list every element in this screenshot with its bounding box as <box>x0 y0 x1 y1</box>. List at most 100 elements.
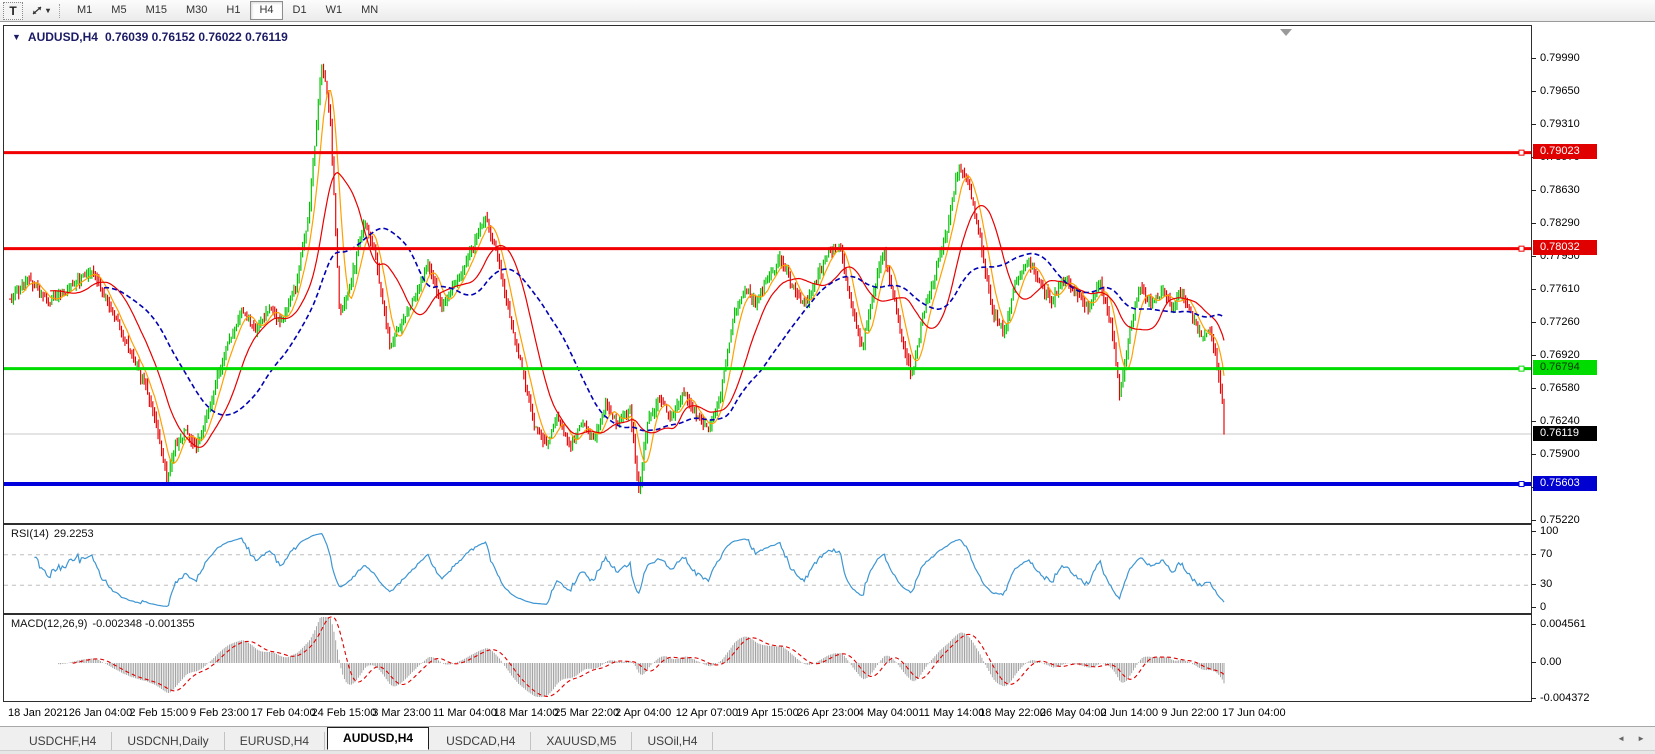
macd-axis-label: -0.004372 <box>1540 691 1590 705</box>
line-studies-button[interactable]: ▾ <box>27 2 54 20</box>
axis-tick <box>1531 256 1536 257</box>
time-axis-label: 26 Jan 04:00 <box>69 707 133 719</box>
price-axis-label: 0.75900 <box>1540 447 1580 461</box>
price-tag: 0.79023 <box>1533 144 1597 159</box>
time-axis-label: 9 Jun 22:00 <box>1161 707 1219 719</box>
axis-tick <box>1531 607 1536 608</box>
axis-tick <box>1531 355 1536 356</box>
rsi-axis-label: 0 <box>1540 600 1546 614</box>
timeframe-button-w1[interactable]: W1 <box>317 1 352 20</box>
rsi-axis-label: 70 <box>1540 547 1552 561</box>
timeframe-button-m1[interactable]: M1 <box>68 1 101 20</box>
bull-bars <box>13 64 1208 494</box>
time-axis-label: 4 May 04:00 <box>858 707 919 719</box>
timeframe-button-h4[interactable]: H4 <box>250 1 282 20</box>
time-axis-label: 19 Apr 15:00 <box>736 707 798 719</box>
time-axis-label: 17 Feb 04:00 <box>251 707 316 719</box>
time-axis: 18 Jan 202126 Jan 04:002 Feb 15:009 Feb … <box>0 703 1535 723</box>
axis-tick <box>1531 421 1536 422</box>
rsi-label: RSI(14) 29.2253 <box>11 528 94 540</box>
time-axis-label: 18 May 22:00 <box>979 707 1046 719</box>
axis-tick <box>1531 554 1536 555</box>
price-axis-label: 0.76580 <box>1540 381 1580 395</box>
tab-scroll-left-icon[interactable]: ◄ <box>1617 734 1625 743</box>
price-axis: 0.799900.796500.793100.789700.786300.782… <box>1531 0 1655 754</box>
chart-tab-eurusd-h4[interactable]: EURUSD,H4 <box>225 732 325 750</box>
chart-tab-usdchf-h4[interactable]: USDCHF,H4 <box>14 732 112 750</box>
collapse-triangle-icon: ▼ <box>12 32 21 42</box>
axis-tick <box>1531 520 1536 521</box>
price-axis-label: 0.79990 <box>1540 51 1580 65</box>
time-axis-label: 18 Mar 14:00 <box>494 707 559 719</box>
timeframe-toolbar: M1M5M15M30H1H4D1W1MN <box>68 1 387 20</box>
macd-axis-label: 0.004561 <box>1540 617 1586 631</box>
rsi-value: 29.2253 <box>54 528 94 540</box>
chart-title: ▼ AUDUSD,H4 0.76039 0.76152 0.76022 0.76… <box>12 30 288 44</box>
macd-values: -0.002348 -0.001355 <box>92 618 194 630</box>
chart-tabs: USDCHF,H4USDCNH,DailyEURUSD,H4AUDUSD,H4U… <box>14 726 713 750</box>
timeframe-button-h1[interactable]: H1 <box>217 1 249 20</box>
timeframe-button-d1[interactable]: D1 <box>284 1 316 20</box>
price-tag: 0.78032 <box>1533 240 1597 255</box>
axis-tick <box>1531 58 1536 59</box>
time-axis-label: 18 Jan 2021 <box>8 707 69 719</box>
timeframe-button-m30[interactable]: M30 <box>177 1 216 20</box>
axis-tick <box>1531 91 1536 92</box>
terminal-window: T ▾ M1M5M15M30H1H4D1W1MN ▼ AUDUSD,H4 0.7… <box>0 0 1655 754</box>
moving-average-55-line <box>104 228 1224 430</box>
price-axis-label: 0.78290 <box>1540 216 1580 230</box>
price-axis-label: 0.77260 <box>1540 315 1580 329</box>
price-tag: 0.76794 <box>1533 360 1597 375</box>
rsi-axis-label: 100 <box>1540 524 1558 538</box>
line-end-handle <box>1519 482 1524 487</box>
rsi-name: RSI(14) <box>11 528 49 540</box>
main-chart-pane[interactable]: ▼ AUDUSD,H4 0.76039 0.76152 0.76022 0.76… <box>3 25 1532 524</box>
chart-tab-bar: USDCHF,H4USDCNH,DailyEURUSD,H4AUDUSD,H4U… <box>0 726 1655 750</box>
text-tool-button[interactable]: T <box>3 2 23 20</box>
rsi-line <box>34 534 1224 607</box>
chart-tab-usdcnh-daily[interactable]: USDCNH,Daily <box>112 732 224 750</box>
macd-pane[interactable]: MACD(12,26,9) -0.002348 -0.001355 <box>3 614 1532 702</box>
chart-tab-xauusd-m5[interactable]: XAUUSD,M5 <box>531 732 632 750</box>
arrows-icon <box>31 5 44 16</box>
price-axis-label: 0.79650 <box>1540 84 1580 98</box>
dropdown-caret-icon: ▾ <box>46 6 50 15</box>
macd-label: MACD(12,26,9) -0.002348 -0.001355 <box>11 618 195 630</box>
chart-tab-usdcad-h4[interactable]: USDCAD,H4 <box>431 732 531 750</box>
timeframe-button-mn[interactable]: MN <box>352 1 387 20</box>
axis-tick <box>1531 454 1536 455</box>
rsi-canvas <box>4 525 1531 613</box>
moving-average-24-line <box>50 173 1224 448</box>
timeframe-button-m5[interactable]: M5 <box>102 1 135 20</box>
axis-tick <box>1531 388 1536 389</box>
macd-axis-label: 0.00 <box>1540 655 1561 669</box>
line-end-handle <box>1519 366 1524 371</box>
price-tag: 0.76119 <box>1533 426 1597 441</box>
axis-tick <box>1531 531 1536 532</box>
rsi-axis-label: 30 <box>1540 577 1552 591</box>
timeframe-button-m15[interactable]: M15 <box>137 1 176 20</box>
time-axis-label: 26 May 04:00 <box>1040 707 1107 719</box>
axis-tick <box>1531 662 1536 663</box>
axis-tick <box>1531 322 1536 323</box>
axis-tick <box>1531 223 1536 224</box>
chart-tab-audusd-h4[interactable]: AUDUSD,H4 <box>327 727 429 750</box>
time-axis-label: 25 Mar 22:00 <box>554 707 619 719</box>
time-axis-label: 11 Mar 04:00 <box>433 707 497 719</box>
time-axis-label: 24 Feb 15:00 <box>312 707 377 719</box>
bear-bars <box>10 64 1224 493</box>
price-axis-label: 0.79310 <box>1540 117 1580 131</box>
axis-tick <box>1531 624 1536 625</box>
time-axis-label: 2 Feb 15:00 <box>129 707 188 719</box>
price-axis-label: 0.77610 <box>1540 282 1580 296</box>
time-axis-label: 11 May 14:00 <box>919 707 985 719</box>
macd-name: MACD(12,26,9) <box>11 618 87 630</box>
rsi-pane[interactable]: RSI(14) 29.2253 <box>3 524 1532 614</box>
chart-shift-marker-icon <box>1280 29 1292 36</box>
axis-tick <box>1531 124 1536 125</box>
chart-tab-usoil-h4[interactable]: USOil,H4 <box>632 732 713 750</box>
chart-ohlc-values: 0.76039 0.76152 0.76022 0.76119 <box>105 30 288 44</box>
tab-scroll-right-icon[interactable]: ► <box>1637 734 1645 743</box>
chart-symbol-label: AUDUSD,H4 <box>28 30 98 44</box>
tab-scroll-arrows: ◄ ► <box>1617 734 1645 743</box>
